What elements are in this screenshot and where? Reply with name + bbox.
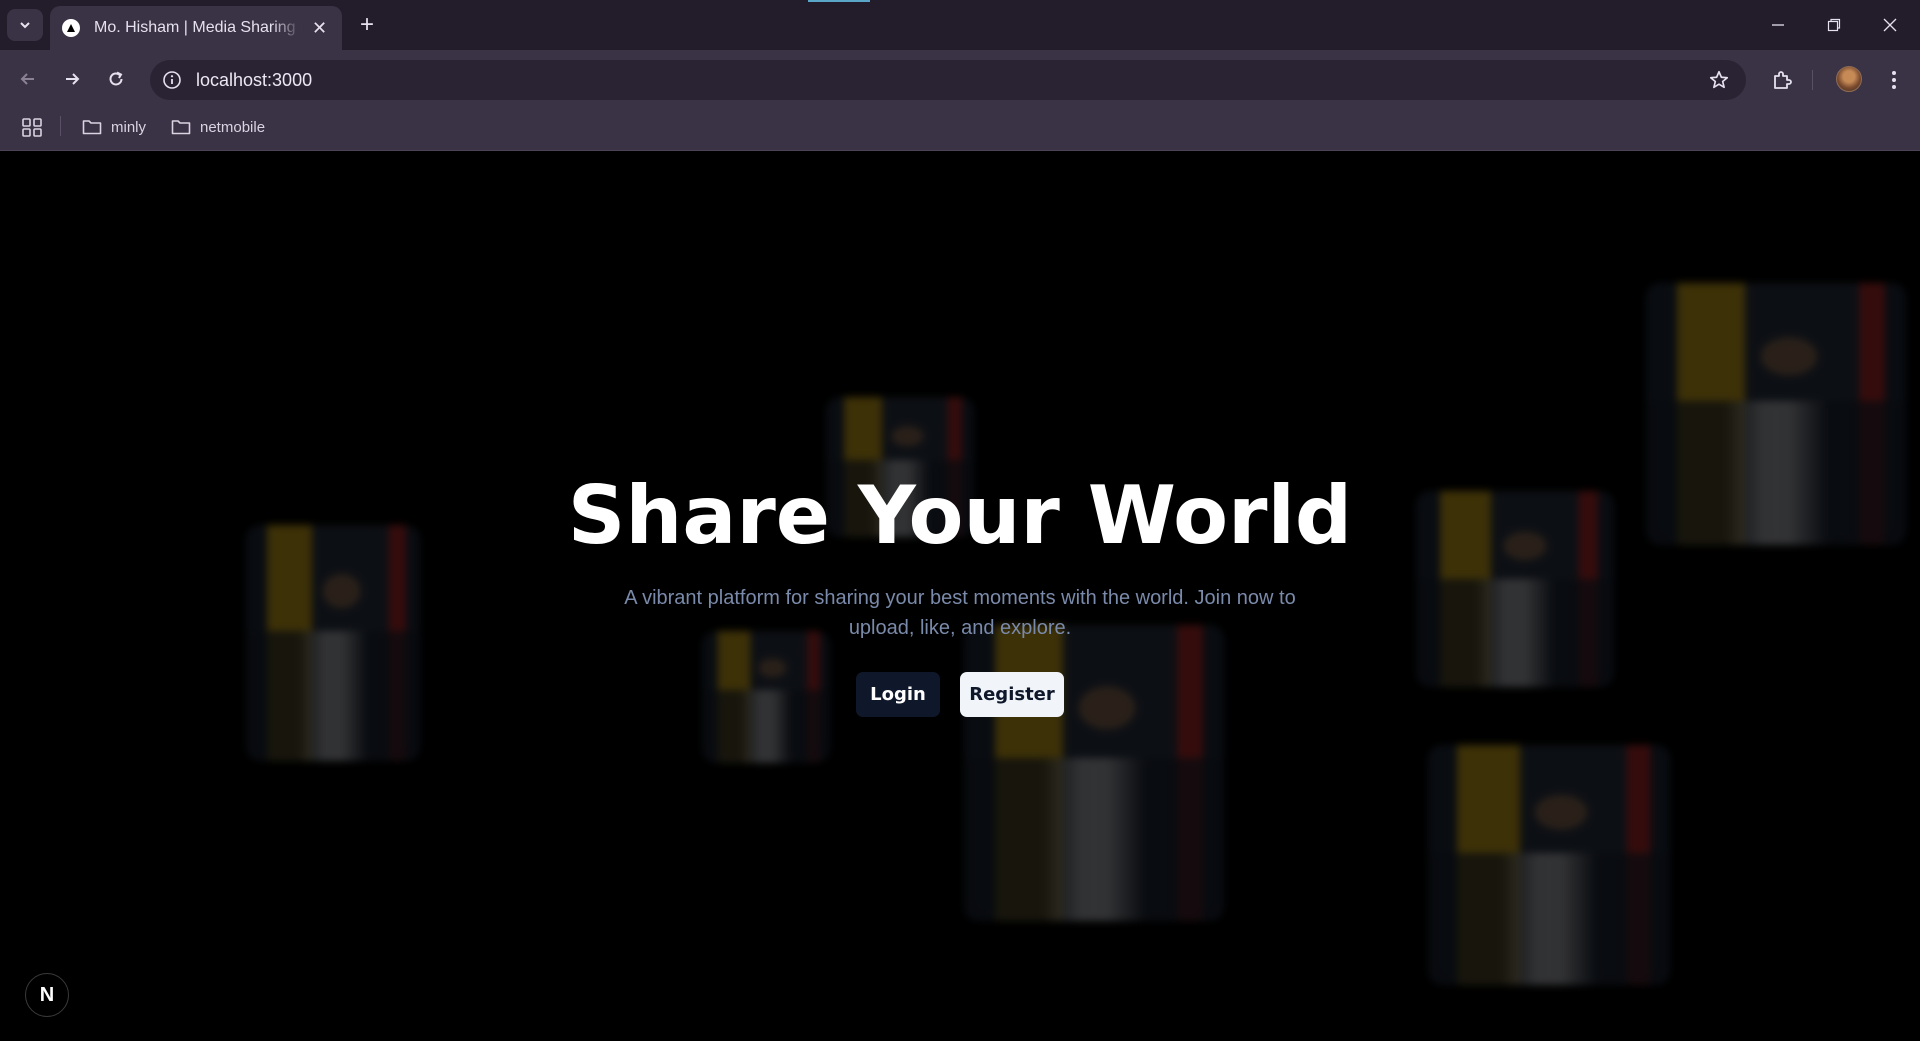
nextjs-dev-indicator[interactable]: N <box>25 973 69 1017</box>
extensions-button[interactable] <box>1768 66 1796 94</box>
loading-indicator <box>808 0 870 2</box>
browser-chrome: Mo. Hisham | Media Sharing Platform ✕ + … <box>0 0 1920 151</box>
tab-title: Mo. Hisham | Media Sharing Platform <box>94 19 302 36</box>
page-viewport: Share Your World A vibrant platform for … <box>0 151 1920 1041</box>
bookmark-folder-minly[interactable]: minly <box>82 114 146 140</box>
url-text[interactable]: localhost:3000 <box>196 70 312 91</box>
reload-icon <box>109 71 123 86</box>
bookmark-folder-netmobile[interactable]: netmobile <box>171 114 265 140</box>
arrow-right-icon <box>66 73 80 85</box>
bookmarks-bar <box>0 108 1920 151</box>
restore-icon <box>1827 18 1841 32</box>
hero-subtitle: A vibrant platform for sharing your best… <box>624 587 1296 639</box>
folder-icon <box>171 120 191 135</box>
bookmark-label: netmobile <box>200 118 266 136</box>
more-vertical-icon <box>1892 71 1896 89</box>
tab-search-button[interactable] <box>7 9 43 41</box>
hero-title: Share Your World <box>567 469 1353 562</box>
minimize-icon <box>1772 24 1784 26</box>
close-icon <box>1883 18 1897 32</box>
arrow-left-icon <box>20 73 34 85</box>
plus-icon: + <box>359 11 374 38</box>
puzzle-icon <box>1774 71 1792 89</box>
login-button[interactable]: Login <box>856 672 940 717</box>
profile-avatar[interactable] <box>1836 66 1862 92</box>
close-window-button[interactable] <box>1862 0 1918 50</box>
bookmarks-divider <box>60 116 61 136</box>
new-tab-button[interactable]: + <box>352 10 382 40</box>
bookmark-label: minly <box>111 118 147 136</box>
register-button[interactable]: Register <box>960 672 1064 717</box>
address-bar[interactable]: localhost:3000 <box>150 60 1746 100</box>
site-info-icon[interactable] <box>162 70 182 90</box>
hero-section: Share Your World A vibrant platform for … <box>0 151 1920 1041</box>
back-button[interactable] <box>12 63 44 95</box>
browser-tab[interactable]: Mo. Hisham | Media Sharing Platform ✕ <box>50 6 342 50</box>
nextjs-favicon-icon <box>62 19 80 37</box>
bookmark-star-icon[interactable] <box>1708 69 1730 91</box>
minimize-button[interactable] <box>1750 0 1806 50</box>
browser-menu-button[interactable] <box>1880 66 1908 94</box>
forward-button[interactable] <box>56 63 88 95</box>
chevron-down-icon <box>20 22 30 29</box>
tab-close-icon[interactable]: ✕ <box>312 19 327 37</box>
folder-icon <box>82 120 102 135</box>
nextjs-logo-icon: N <box>39 983 55 1006</box>
toolbar-divider <box>1812 70 1813 90</box>
apps-grid-icon[interactable] <box>20 115 44 139</box>
reload-button[interactable] <box>100 63 132 95</box>
restore-button[interactable] <box>1806 0 1862 50</box>
